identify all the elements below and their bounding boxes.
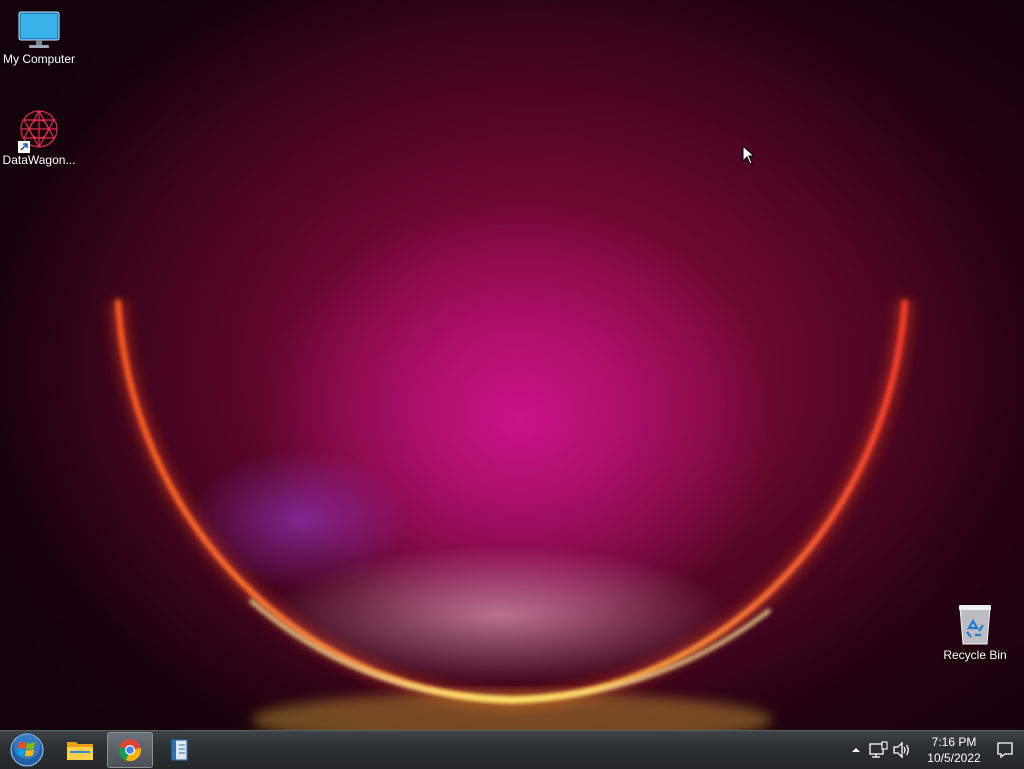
folder-icon: [67, 742, 93, 760]
desktop-wallpaper: [0, 0, 1024, 730]
clock-date: 10/5/2022: [927, 751, 981, 765]
chevron-up-icon[interactable]: [850, 743, 862, 757]
clock-time: 7:16 PM: [931, 735, 977, 749]
taskbar-chrome[interactable]: [107, 732, 153, 768]
taskbar-clock[interactable]: 7:16 PM 10/5/2022: [922, 734, 986, 766]
shortcut-arrow-icon: [18, 141, 30, 153]
desktop-icon-label: DataWagon...: [2, 153, 76, 167]
mouse-cursor-icon: [742, 145, 756, 165]
recycle-bin-icon: [955, 602, 995, 646]
notification-icon[interactable]: [996, 741, 1014, 759]
desktop-icon-label: Recycle Bin: [943, 648, 1007, 662]
desktop-icon-recycle-bin[interactable]: Recycle Bin: [936, 602, 1014, 663]
chrome-icon: [119, 739, 141, 762]
wallpaper-art: [109, 299, 914, 730]
network-icon[interactable]: [868, 741, 888, 759]
system-tray: 7:16 PM 10/5/2022: [844, 731, 1024, 769]
desktop-icon-label: My Computer: [2, 52, 76, 66]
windows-start-orb-icon: [10, 733, 44, 767]
start-button[interactable]: [4, 732, 50, 768]
taskbar-document-app[interactable]: [156, 732, 202, 768]
desktop-icon-datawagon[interactable]: DataWagon...: [0, 107, 78, 168]
datawagon-shortcut-icon: [16, 107, 62, 153]
monitor-icon: [17, 10, 61, 50]
taskbar-file-explorer[interactable]: [57, 732, 103, 768]
volume-icon[interactable]: [892, 741, 912, 759]
desktop-icon-my-computer[interactable]: My Computer: [0, 10, 78, 67]
book-icon: [171, 739, 188, 761]
taskbar: 7:16 PM 10/5/2022: [0, 730, 1024, 769]
